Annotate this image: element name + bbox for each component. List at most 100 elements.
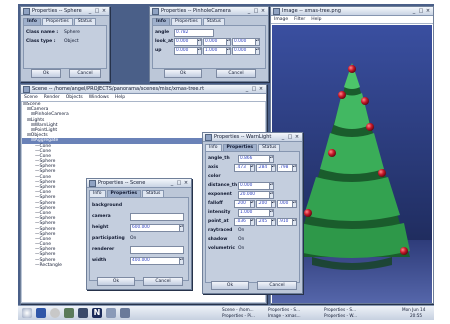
close-icon[interactable]: × — [425, 8, 431, 14]
help-icon[interactable] — [50, 308, 60, 318]
tab-properties[interactable]: Properties — [106, 190, 142, 197]
spin-icon[interactable]: ▴▾ — [250, 163, 255, 172]
task-image[interactable]: Image - xmas... — [268, 313, 301, 318]
menu-objects[interactable]: Objects — [66, 94, 83, 101]
minimize-icon[interactable]: _ — [280, 134, 286, 140]
spin-icon[interactable]: ▴▾ — [270, 154, 274, 163]
tab-status[interactable]: Status — [202, 18, 226, 25]
foot-menu-icon[interactable] — [22, 308, 32, 318]
workspace-icon[interactable] — [78, 308, 88, 318]
window-menu-icon[interactable] — [205, 133, 212, 141]
task-properties-scene[interactable]: Properties - S... — [324, 307, 356, 312]
spin-icon[interactable]: ▴▾ — [270, 181, 274, 190]
tab-status[interactable]: Status — [142, 190, 165, 197]
falloff-y-field[interactable]: .200 — [255, 199, 272, 208]
minimize-icon[interactable]: _ — [244, 86, 250, 92]
editor-icon[interactable] — [106, 308, 116, 318]
task-properties-pinhole[interactable]: Properties - Pi... — [222, 313, 255, 318]
pager-icon[interactable] — [120, 308, 130, 318]
cancel-button[interactable]: Cancel — [257, 281, 297, 290]
spin-icon[interactable]: ▴▾ — [227, 37, 231, 46]
title-bar[interactable]: Properties -- WarnLight _ □ × — [203, 133, 302, 142]
window-menu-icon[interactable] — [89, 179, 96, 187]
spin-icon[interactable]: ▴▾ — [270, 208, 274, 217]
renderer-field[interactable] — [130, 245, 184, 254]
falloff-x-field[interactable]: .200 — [234, 199, 251, 208]
shadow-value[interactable]: On — [238, 237, 244, 242]
menu-help[interactable]: Help — [115, 94, 125, 101]
warnlight-properties-window[interactable]: Properties -- WarnLight _ □ × Info Propert… — [202, 132, 303, 294]
window-menu-icon[interactable] — [23, 7, 30, 15]
clock-date[interactable]: Mon Jun 14 — [402, 307, 425, 312]
angle-field[interactable]: 0.782 — [174, 28, 214, 37]
minimize-icon[interactable]: _ — [246, 8, 252, 14]
pinhole-camera-properties-window[interactable]: Properties -- PinholeCamera _ □ × Info Pro… — [149, 6, 269, 82]
n-app-icon[interactable]: N — [92, 308, 102, 318]
menu-image[interactable]: Image — [274, 16, 288, 23]
menu-render[interactable]: Render — [44, 94, 60, 101]
maximize-icon[interactable]: □ — [287, 134, 293, 140]
up-z-field[interactable]: 0.000 — [232, 46, 256, 55]
cancel-button[interactable]: Cancel — [216, 69, 256, 78]
axis-x-field[interactable]: .473 — [234, 163, 251, 172]
tab-status[interactable]: Status — [73, 18, 97, 25]
title-bar[interactable]: Properties -- PinholeCamera _ □ × — [150, 7, 268, 16]
close-icon[interactable]: × — [101, 8, 107, 14]
clock-time[interactable]: 20:55 — [410, 313, 422, 318]
ok-button[interactable]: Ok — [31, 69, 61, 78]
menu-scene[interactable]: Scene — [24, 94, 38, 101]
maximize-icon[interactable]: □ — [418, 8, 424, 14]
point-at-y-field[interactable]: .245 — [255, 217, 272, 226]
cancel-button[interactable]: Cancel — [69, 69, 101, 78]
window-menu-icon[interactable] — [152, 7, 159, 15]
minimize-icon[interactable]: _ — [87, 8, 93, 14]
ok-button[interactable]: Ok — [164, 69, 202, 78]
spin-icon[interactable]: ▴▾ — [180, 256, 184, 265]
spin-icon[interactable]: ▴▾ — [271, 199, 276, 208]
spin-icon[interactable]: ▴▾ — [250, 217, 255, 226]
height-field[interactable]: 600.000 — [130, 223, 180, 232]
terminal-icon[interactable] — [64, 308, 74, 318]
maximize-icon[interactable]: □ — [176, 180, 182, 186]
tab-info[interactable]: Info — [152, 18, 170, 25]
maximize-icon[interactable]: □ — [94, 8, 100, 14]
spin-icon[interactable]: ▴▾ — [198, 37, 202, 46]
tab-properties[interactable]: Properties — [41, 18, 73, 25]
title-bar[interactable]: Image -- xmas-tree.png _ □ × — [271, 7, 433, 16]
participating-value[interactable]: On — [130, 236, 136, 241]
spin-icon[interactable]: ▴▾ — [271, 163, 276, 172]
tab-status[interactable]: Status — [258, 144, 281, 151]
camera-field[interactable] — [130, 212, 184, 221]
window-menu-icon[interactable] — [23, 85, 30, 93]
sphere-properties-window[interactable]: Properties -- Sphere _ □ × Info Properties… — [20, 6, 110, 82]
axis-y-field[interactable]: .284 — [255, 163, 272, 172]
task-scene[interactable]: Scene - /hom... — [222, 307, 254, 312]
close-icon[interactable]: × — [294, 134, 300, 140]
menu-filter[interactable]: Filter — [294, 16, 305, 23]
scene-properties-window[interactable]: Properties -- Scene _ □ × Info Properties … — [86, 178, 192, 290]
menu-windows[interactable]: Windows — [89, 94, 109, 101]
spin-icon[interactable]: ▴▾ — [256, 37, 260, 46]
tab-properties[interactable]: Properties — [170, 18, 202, 25]
axis-z-field[interactable]: .798 — [276, 163, 293, 172]
task-properties-sphere[interactable]: Properties - S... — [268, 307, 300, 312]
minimize-icon[interactable]: _ — [169, 180, 175, 186]
look-at-x-field[interactable]: 0.000 — [174, 37, 198, 46]
close-icon[interactable]: × — [183, 180, 189, 186]
spin-icon[interactable]: ▴▾ — [271, 217, 276, 226]
intensity-field[interactable]: 1.000 — [238, 208, 270, 217]
up-y-field[interactable]: 1.000 — [203, 46, 227, 55]
point-at-z-field[interactable]: .910 — [276, 217, 293, 226]
tab-properties[interactable]: Properties — [222, 144, 258, 151]
cancel-button[interactable]: Cancel — [143, 277, 183, 286]
spin-icon[interactable]: ▴▾ — [256, 46, 260, 55]
tab-info[interactable]: Info — [23, 18, 41, 25]
browser-icon[interactable] — [36, 308, 46, 318]
spin-icon[interactable]: ▴▾ — [250, 199, 255, 208]
width-field[interactable]: 400.000 — [130, 256, 180, 265]
spin-icon[interactable]: ▴▾ — [180, 223, 184, 232]
ok-button[interactable]: Ok — [211, 281, 249, 290]
distance-th-field[interactable]: 0.000 — [238, 181, 270, 190]
tab-info[interactable]: Info — [205, 144, 222, 151]
look-at-z-field[interactable]: 0.000 — [232, 37, 256, 46]
